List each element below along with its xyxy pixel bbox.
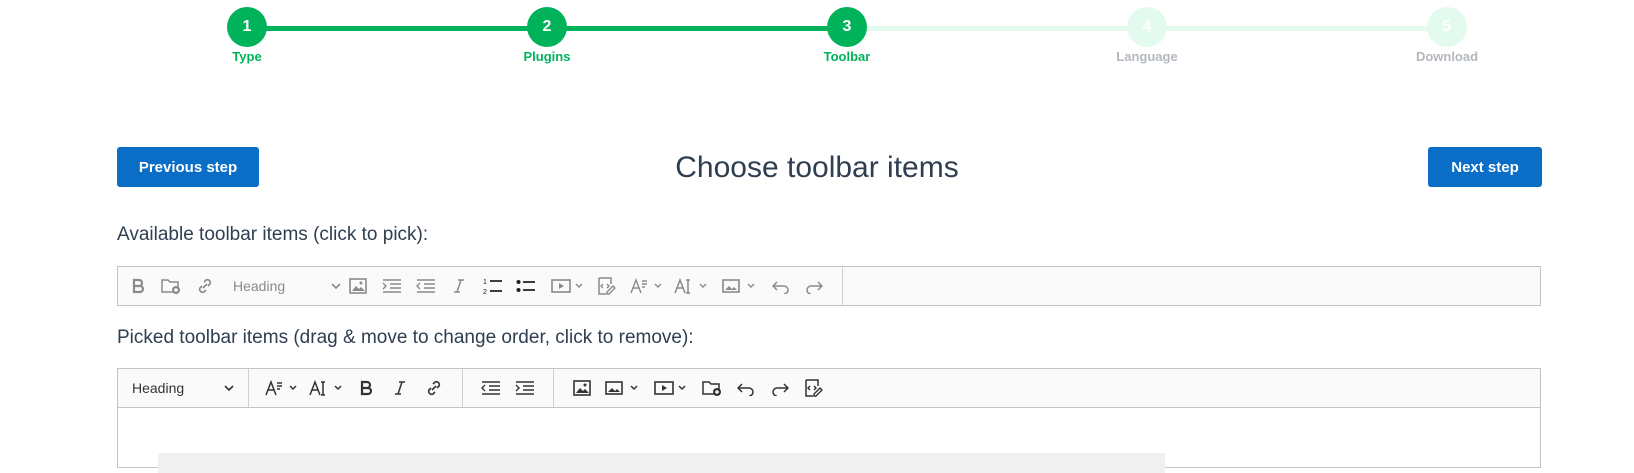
page-title: Choose toolbar items [675, 151, 959, 184]
upload-file-icon[interactable] [159, 267, 183, 305]
toolbar-separator [842, 267, 843, 305]
editor-area[interactable] [117, 408, 1541, 473]
step-label: Type [232, 49, 262, 64]
step-number: 2 [527, 7, 567, 47]
font-family-dropdown[interactable] [308, 369, 346, 407]
step-label: Toolbar [823, 49, 871, 64]
step-toolbar[interactable]: 3 Toolbar [787, 7, 907, 64]
redo-icon[interactable] [802, 267, 826, 305]
image-icon[interactable] [570, 369, 594, 407]
redo-icon[interactable] [768, 369, 792, 407]
link-icon[interactable] [422, 369, 446, 407]
progress-stepper: 1 Type 2 Plugins 3 Toolbar 4 Language 5 … [0, 0, 1634, 80]
step-plugins[interactable]: 2 Plugins [487, 7, 607, 64]
step-language: 4 Language [1087, 7, 1207, 64]
image-icon[interactable] [346, 267, 370, 305]
undo-icon[interactable] [769, 267, 793, 305]
step-number: 5 [1427, 7, 1467, 47]
numbered-list-icon[interactable]: 12 [481, 267, 505, 305]
heading-dropdown[interactable]: Heading [233, 267, 341, 305]
outdent-icon[interactable] [414, 267, 438, 305]
source-edit-icon[interactable] [802, 369, 826, 407]
step-type[interactable]: 1 Type [187, 7, 307, 64]
font-size-dropdown[interactable] [264, 369, 300, 407]
image-insert-dropdown[interactable] [604, 369, 642, 407]
media-embed-dropdown[interactable] [548, 267, 588, 305]
font-family-dropdown[interactable] [673, 267, 711, 305]
media-embed-dropdown[interactable] [651, 369, 691, 407]
step-label: Plugins [523, 49, 571, 64]
bold-icon[interactable] [354, 369, 378, 407]
heading-dropdown-value: Heading [132, 380, 185, 396]
indent-icon[interactable] [513, 369, 537, 407]
outdent-icon[interactable] [479, 369, 503, 407]
svg-text:1: 1 [483, 279, 487, 286]
source-edit-icon[interactable] [595, 267, 619, 305]
heading-dropdown-value: Heading [233, 278, 286, 294]
toolbar-separator [248, 369, 249, 407]
picked-items-label: Picked toolbar items (drag & move to cha… [117, 327, 694, 348]
available-items-label: Available toolbar items (click to pick): [117, 224, 429, 245]
available-toolbar: Heading 12 [117, 266, 1541, 306]
bulleted-list-icon[interactable] [514, 267, 538, 305]
link-icon[interactable] [193, 267, 217, 305]
heading-dropdown[interactable]: Heading [132, 369, 234, 407]
svg-text:2: 2 [483, 289, 487, 295]
picked-toolbar: Heading [117, 368, 1541, 408]
step-label: Language [1116, 49, 1178, 64]
bold-icon[interactable] [126, 267, 150, 305]
editor-page[interactable] [158, 453, 1165, 473]
step-number: 1 [227, 7, 267, 47]
toolbar-separator [462, 369, 463, 407]
chevron-down-icon [331, 283, 341, 290]
undo-icon[interactable] [734, 369, 758, 407]
toolbar-separator [553, 369, 554, 407]
italic-icon[interactable] [388, 369, 412, 407]
step-number: 4 [1127, 7, 1167, 47]
step-download: 5 Download [1387, 7, 1507, 64]
step-label: Download [1415, 49, 1479, 64]
upload-file-icon[interactable] [700, 369, 724, 407]
font-size-dropdown[interactable] [629, 267, 665, 305]
italic-icon[interactable] [447, 267, 471, 305]
indent-icon[interactable] [380, 267, 404, 305]
step-number: 3 [827, 7, 867, 47]
chevron-down-icon [224, 385, 234, 392]
image-insert-dropdown[interactable] [721, 267, 759, 305]
next-step-button[interactable]: Next step [1428, 147, 1542, 187]
